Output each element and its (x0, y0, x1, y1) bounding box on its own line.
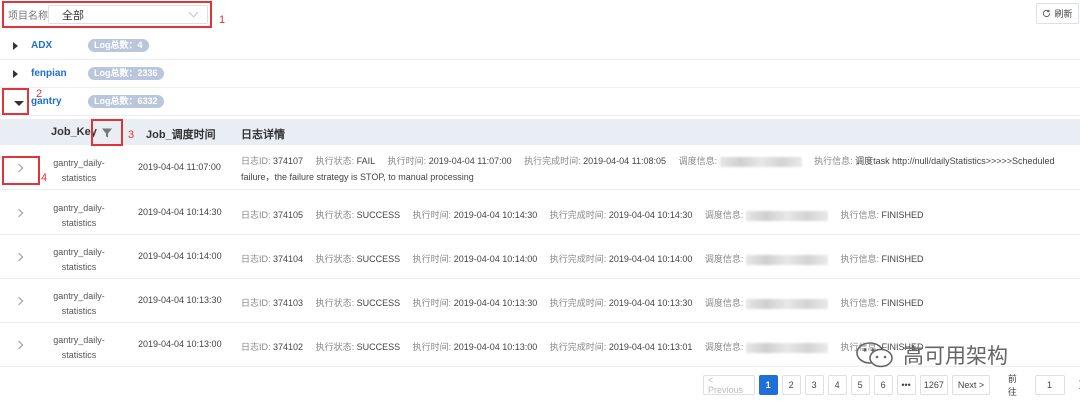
last-page-button[interactable]: 1267 (919, 374, 949, 395)
filter-icon[interactable] (101, 127, 113, 139)
project-filter-highlight: 项目名称 全部 (2, 1, 212, 28)
watermark-text: 高可用架构 (903, 344, 1008, 368)
expand-icon[interactable] (14, 340, 24, 350)
job-key: gantry_daily-statistics (53, 158, 105, 183)
header-detail: 日志详情 (241, 129, 285, 141)
annotation-1: 1 (219, 14, 226, 26)
expand-icon[interactable] (14, 252, 24, 262)
table-row: gantry_daily-statistics 2019-04-04 11:07… (0, 146, 1080, 190)
page-button[interactable]: 5 (850, 374, 870, 395)
group-name: fenpian (31, 68, 67, 79)
annotation-4: 4 (41, 172, 48, 184)
group-name: ADX (31, 40, 53, 51)
header-sched-time: Job_调度时间 (146, 129, 216, 141)
redacted-block (719, 156, 802, 167)
table-row: gantry_daily-statistics 2019-04-04 10:14… (0, 235, 1080, 279)
redacted-block (745, 342, 828, 353)
group-row-fenpian[interactable]: fenpian Log总数：2336 (0, 60, 1080, 88)
refresh-label: 刷新 (1054, 9, 1073, 19)
table-header: Job_Key Job_调度时间 日志详情 (0, 119, 1080, 145)
sched-time: 2019-04-04 10:13:30 (138, 295, 222, 305)
annotation-3: 3 (128, 129, 135, 141)
page-button[interactable]: 6 (873, 374, 893, 395)
group-row-gantry[interactable]: gantry Log总数：6332 (0, 88, 1080, 116)
caret-highlight (2, 88, 29, 115)
project-select-value: 全部 (62, 9, 84, 22)
filter-bar: 项目名称 全部 1 刷新 (0, 0, 1080, 30)
page-button[interactable]: 2 (781, 374, 801, 395)
job-key: gantry_daily-statistics (53, 203, 105, 228)
table-row: gantry_daily-statistics 2019-04-04 10:14… (0, 191, 1080, 235)
sched-time: 2019-04-04 10:14:30 (138, 207, 222, 217)
prev-page-button[interactable]: < Previous (703, 374, 755, 395)
expand-icon[interactable] (14, 296, 24, 306)
log-count-badge: Log总数：6332 (88, 95, 164, 108)
project-select[interactable]: 全部 (48, 5, 208, 24)
log-detail: 日志ID: 374107 执行状态: FAIL 执行时间: 2019-04-04… (241, 156, 1055, 182)
redacted-block (745, 254, 828, 265)
sched-time: 2019-04-04 11:07:00 (138, 162, 221, 172)
job-key: gantry_daily-statistics (53, 291, 105, 316)
sched-time: 2019-04-04 10:14:00 (138, 251, 222, 261)
page-button[interactable]: 3 (804, 374, 824, 395)
header-job-key: Job_Key (51, 126, 97, 138)
ellipsis-button[interactable]: ••• (896, 374, 916, 395)
pagination: < Previous 1 2 3 4 5 6 ••• 1267 Next > 前… (703, 373, 1080, 397)
log-count-badge: Log总数：2336 (88, 67, 164, 80)
wechat-icon (856, 342, 893, 368)
refresh-button[interactable]: 刷新 (1036, 3, 1079, 24)
redacted-block (745, 298, 828, 309)
job-key: gantry_daily-statistics (53, 335, 105, 360)
expand-icon[interactable] (14, 208, 24, 218)
chevron-down-icon (188, 7, 199, 18)
log-detail: 日志ID: 374104 执行状态: SUCCESS 执行时间: 2019-04… (241, 254, 924, 265)
sched-time: 2019-04-04 10:13:00 (138, 339, 222, 349)
refresh-icon (1043, 9, 1051, 18)
log-detail: 日志ID: 374105 执行状态: SUCCESS 执行时间: 2019-04… (241, 210, 924, 221)
caret-right-icon[interactable] (13, 41, 18, 50)
annotation-2: 2 (36, 88, 43, 100)
log-count-badge: Log总数：4 (88, 39, 149, 52)
filter-highlight (91, 119, 123, 146)
next-page-button[interactable]: Next > (952, 374, 990, 395)
page-button[interactable]: 1 (758, 374, 778, 395)
watermark: 高可用架构 (853, 340, 1008, 370)
job-key: gantry_daily-statistics (53, 247, 105, 272)
caret-right-icon[interactable] (13, 69, 18, 78)
log-detail: 日志ID: 374103 执行状态: SUCCESS 执行时间: 2019-04… (241, 298, 924, 309)
goto-page-input[interactable] (1034, 374, 1065, 395)
group-row-adx[interactable]: ADX Log总数：4 (0, 32, 1080, 60)
goto-label: 前往 (1007, 373, 1017, 397)
caret-down-icon[interactable] (14, 101, 24, 106)
redacted-block (745, 210, 828, 221)
page-button[interactable]: 4 (827, 374, 847, 395)
project-name-label: 项目名称 (8, 11, 48, 22)
table-row: gantry_daily-statistics 2019-04-04 10:13… (0, 279, 1080, 323)
expand-highlight (2, 156, 40, 185)
